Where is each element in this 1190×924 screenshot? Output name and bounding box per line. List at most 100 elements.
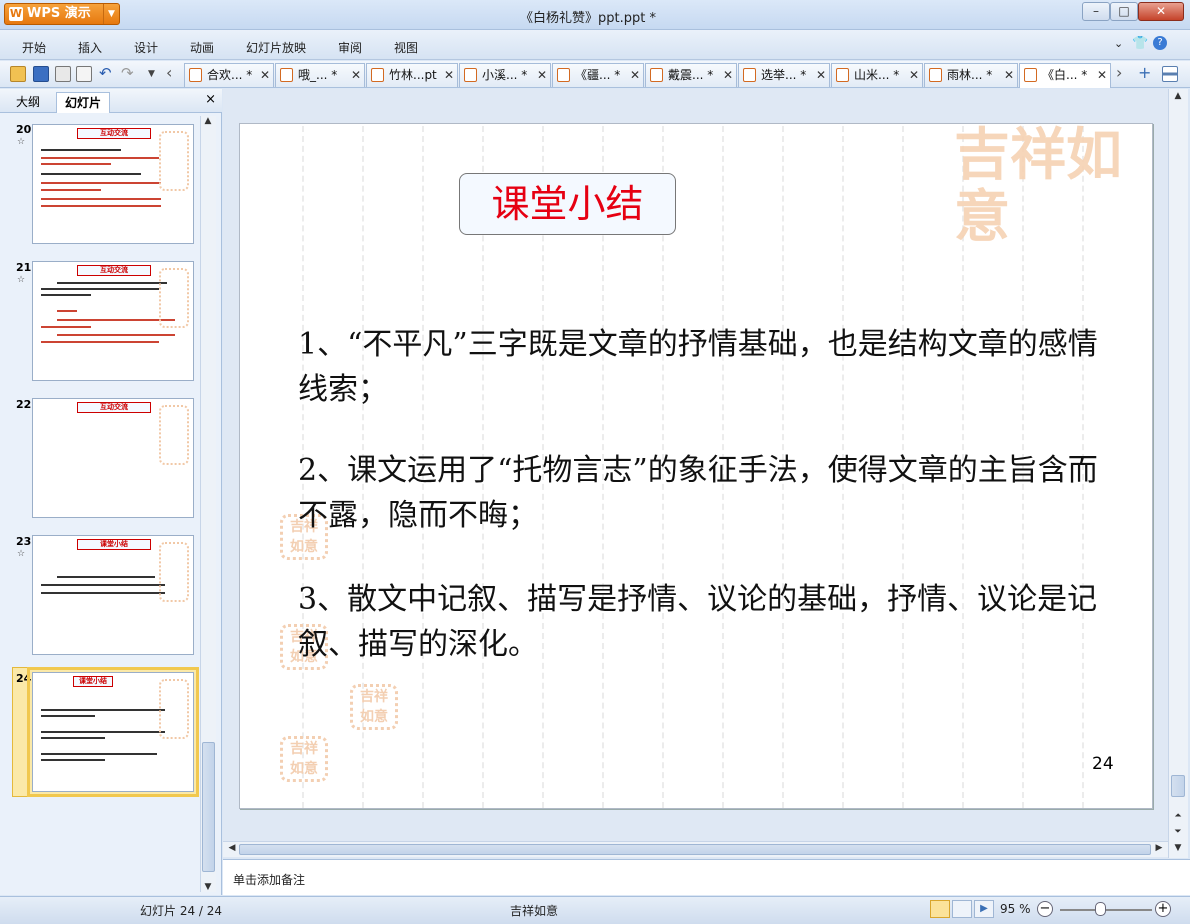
tab-slides[interactable]: 幻灯片 bbox=[56, 92, 111, 113]
print-icon[interactable] bbox=[55, 66, 71, 82]
slide-thumbnail[interactable]: 互动交流 bbox=[32, 124, 194, 244]
thumbnail-decoration bbox=[159, 131, 189, 191]
zoom-slider-track[interactable] bbox=[1060, 909, 1152, 911]
ppt-file-icon bbox=[280, 68, 293, 82]
slide-title[interactable]: 课堂小结 bbox=[459, 173, 676, 235]
ribbon-collapse-icon[interactable]: ⌄ bbox=[1114, 37, 1123, 50]
thumbnail-decoration bbox=[159, 405, 189, 465]
thumbnail-text-line bbox=[57, 282, 167, 284]
tabs-scroll-left-icon[interactable]: ‹ bbox=[166, 65, 182, 82]
wps-app-menu-button[interactable]: W WPS 演示 ▼ bbox=[4, 3, 120, 25]
close-tab-icon[interactable]: ✕ bbox=[1097, 64, 1107, 86]
close-tab-icon[interactable]: ✕ bbox=[909, 64, 919, 86]
tabs-scroll-right-icon[interactable]: › bbox=[1116, 65, 1132, 82]
doc-tab[interactable]: 竹林...pt ✕ bbox=[366, 63, 458, 87]
thumbnail-title: 互动交流 bbox=[77, 402, 151, 413]
ppt-file-icon bbox=[836, 68, 849, 82]
menu-animation[interactable]: 动画 bbox=[190, 39, 214, 56]
thumbnail-text-line bbox=[41, 326, 91, 328]
notes-pane[interactable]: 单击添加备注 bbox=[223, 859, 1190, 895]
slide-thumbnail[interactable]: 课堂小结 bbox=[32, 535, 194, 655]
menu-slideshow[interactable]: 幻灯片放映 bbox=[246, 39, 306, 56]
doc-tab[interactable]: 《疆... * ✕ bbox=[552, 63, 644, 87]
tab-list-icon[interactable] bbox=[1162, 66, 1178, 82]
slide-thumbnail[interactable]: 互动交流 bbox=[32, 261, 194, 381]
doc-tab[interactable]: 合欢... * ✕ bbox=[184, 63, 274, 87]
customize-dropdown-icon[interactable]: ▼ bbox=[148, 66, 164, 82]
zoom-out-icon[interactable]: − bbox=[1037, 901, 1053, 917]
help-icon[interactable]: ? bbox=[1153, 36, 1167, 50]
menu-view[interactable]: 视图 bbox=[394, 39, 418, 56]
summary-point-1[interactable]: 1、“不平凡”三字既是文章的抒情基础，也是结构文章的感情线索； bbox=[298, 322, 1118, 412]
ppt-file-icon bbox=[557, 68, 570, 82]
doc-tab[interactable]: 小溪... * ✕ bbox=[459, 63, 551, 87]
previous-slide-icon[interactable]: ⏶ bbox=[1169, 811, 1187, 821]
scrollbar-thumb[interactable] bbox=[1171, 775, 1185, 797]
slide-canvas[interactable]: 吉祥如意 吉祥 如意 吉祥 如意 吉祥 如意 吉祥 如意 课堂小结 1、“不平凡”三字既… bbox=[239, 123, 1153, 809]
summary-point-3[interactable]: 3、散文中记叙、描写是抒情、议论的基础，抒情、议论是记叙、描写的深化。 bbox=[298, 577, 1118, 667]
doc-tab[interactable]: 哦_... * ✕ bbox=[275, 63, 365, 87]
menu-review[interactable]: 审阅 bbox=[338, 39, 362, 56]
scroll-down-icon[interactable]: ▼ bbox=[1169, 843, 1187, 853]
horizontal-scrollbar[interactable]: ◀ ▶ bbox=[223, 841, 1168, 857]
normal-view-icon[interactable] bbox=[930, 900, 950, 918]
close-tab-icon[interactable]: ✕ bbox=[260, 64, 270, 86]
close-window-button[interactable]: ✕ bbox=[1138, 2, 1184, 21]
doc-tab[interactable]: 雨林... * ✕ bbox=[924, 63, 1018, 87]
undo-icon[interactable]: ↶ bbox=[99, 66, 115, 82]
slideshow-view-icon[interactable]: ▶ bbox=[974, 900, 994, 918]
scroll-down-icon[interactable]: ▼ bbox=[199, 882, 217, 892]
slide-number: 23 bbox=[16, 535, 32, 548]
thumbnail-text-line bbox=[57, 310, 77, 312]
scrollbar-thumb[interactable] bbox=[202, 742, 215, 872]
menu-insert[interactable]: 插入 bbox=[78, 39, 102, 56]
thumbnail-text-line bbox=[41, 759, 105, 761]
scroll-up-icon[interactable]: ▲ bbox=[199, 116, 217, 126]
ppt-file-icon bbox=[189, 68, 202, 82]
print-preview-icon[interactable] bbox=[76, 66, 92, 82]
close-tab-icon[interactable]: ✕ bbox=[444, 64, 454, 86]
thumbnail-scrollbar[interactable]: ▲ ▼ bbox=[200, 116, 216, 892]
close-tab-icon[interactable]: ✕ bbox=[630, 64, 640, 86]
new-tab-icon[interactable]: + bbox=[1138, 65, 1154, 82]
tab-outline[interactable]: 大纲 bbox=[8, 92, 48, 113]
close-tab-icon[interactable]: ✕ bbox=[1004, 64, 1014, 86]
doc-tab-active[interactable]: 《白... * ✕ bbox=[1019, 63, 1111, 88]
zoom-in-icon[interactable]: + bbox=[1155, 901, 1171, 917]
save-icon[interactable] bbox=[33, 66, 49, 82]
next-slide-icon[interactable]: ⏷ bbox=[1169, 827, 1187, 837]
close-tab-icon[interactable]: ✕ bbox=[351, 64, 361, 86]
scroll-right-icon[interactable]: ▶ bbox=[1150, 843, 1168, 853]
animation-star-icon: ☆ bbox=[17, 137, 26, 147]
skin-icon[interactable]: 👕 bbox=[1132, 36, 1148, 51]
doc-tab[interactable]: 山米... * ✕ bbox=[831, 63, 923, 87]
chevron-down-icon: ▼ bbox=[103, 4, 119, 24]
slide-sorter-view-icon[interactable] bbox=[952, 900, 972, 918]
scrollbar-thumb[interactable] bbox=[239, 844, 1151, 855]
close-panel-icon[interactable]: × bbox=[205, 92, 216, 107]
minimize-button[interactable]: – bbox=[1082, 2, 1110, 21]
menu-design[interactable]: 设计 bbox=[134, 39, 158, 56]
scroll-up-icon[interactable]: ▲ bbox=[1169, 91, 1187, 101]
maximize-button[interactable]: □ bbox=[1110, 2, 1138, 21]
redo-icon[interactable]: ↷ bbox=[121, 66, 137, 82]
thumbnail-decoration bbox=[159, 542, 189, 602]
slide-thumbnail-selected[interactable]: 课堂小结 bbox=[27, 667, 199, 797]
menu-home[interactable]: 开始 bbox=[22, 39, 46, 56]
close-tab-icon[interactable]: ✕ bbox=[537, 64, 547, 86]
doc-tab[interactable]: 选举... * ✕ bbox=[738, 63, 830, 87]
thumbnail-text-line bbox=[41, 753, 157, 755]
ppt-file-icon bbox=[929, 68, 942, 82]
thumbnail-text-line bbox=[41, 173, 141, 175]
doc-tab[interactable]: 戴震... * ✕ bbox=[645, 63, 737, 87]
open-folder-icon[interactable] bbox=[10, 66, 26, 82]
close-tab-icon[interactable]: ✕ bbox=[723, 64, 733, 86]
slide-thumbnail[interactable]: 互动交流 bbox=[32, 398, 194, 518]
zoom-slider-knob[interactable] bbox=[1095, 902, 1106, 916]
close-tab-icon[interactable]: ✕ bbox=[816, 64, 826, 86]
thumbnail-text-line bbox=[41, 288, 159, 290]
animation-star-icon: ☆ bbox=[17, 275, 26, 285]
vertical-scrollbar[interactable]: ▲ ⏶ ⏷ ▼ bbox=[1168, 89, 1188, 858]
thumbnail-text-line bbox=[41, 584, 165, 586]
summary-point-2[interactable]: 2、课文运用了“托物言志”的象征手法，使得文章的主旨含而不露，隐而不晦； bbox=[298, 448, 1118, 538]
